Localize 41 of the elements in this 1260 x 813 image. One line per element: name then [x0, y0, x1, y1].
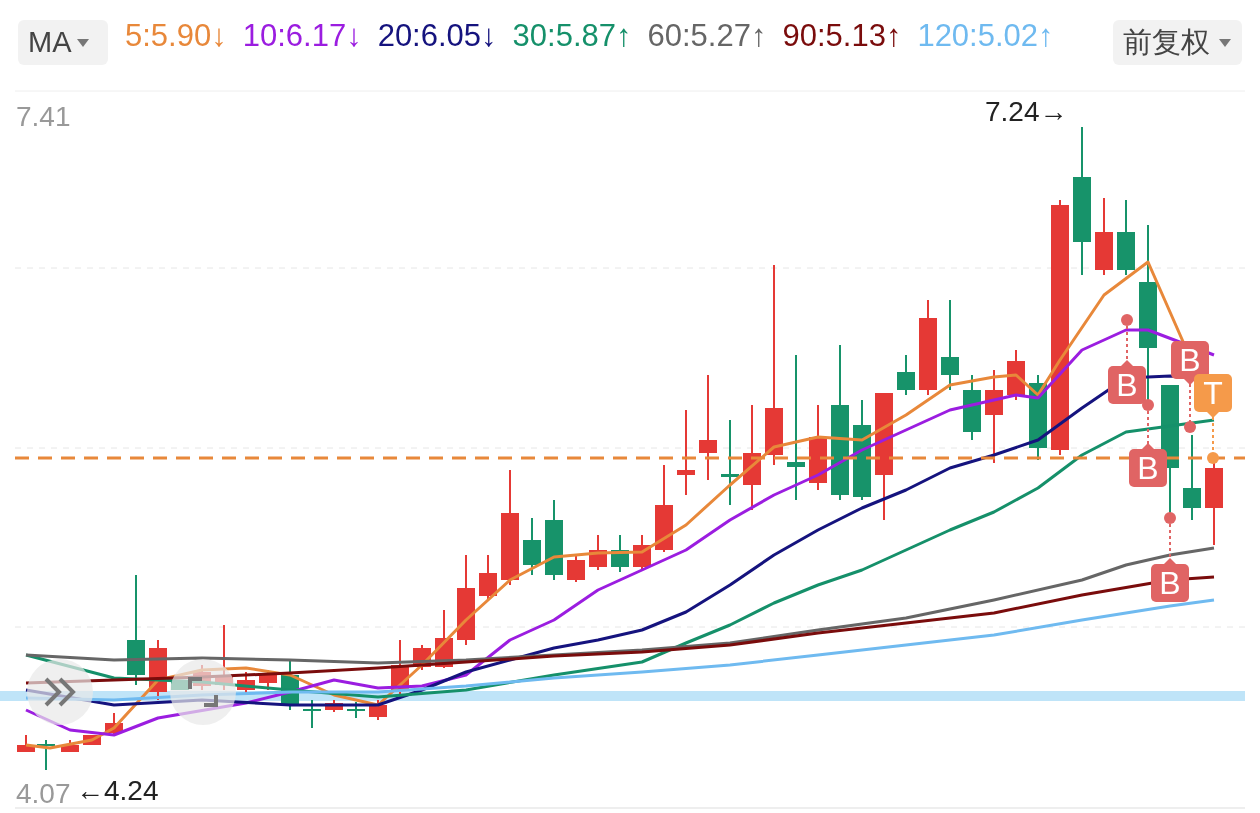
axis-min-label: 4.07	[16, 777, 71, 811]
candlestick	[633, 534, 651, 571]
candlestick	[281, 659, 299, 711]
candlestick	[347, 701, 365, 719]
low-price-label: ←4.24	[76, 774, 159, 808]
fullscreen-button[interactable]	[170, 659, 236, 725]
candlestick	[17, 734, 35, 753]
caret-down-icon	[75, 37, 90, 48]
candlestick	[963, 374, 981, 441]
candlestick	[37, 739, 55, 771]
candlestick	[391, 639, 409, 696]
candlestick	[479, 554, 497, 601]
candlestick	[1007, 349, 1025, 401]
ma-legend-value: 90:5.13↑	[782, 17, 902, 55]
ma-legend-value: 20:6.05↓	[377, 17, 497, 55]
candlestick	[61, 739, 79, 753]
candlestick	[567, 554, 585, 583]
candlestick	[523, 517, 541, 576]
indicator-dropdown[interactable]: MA	[18, 20, 108, 65]
forward-button[interactable]	[27, 659, 93, 725]
caret-down-icon	[1218, 37, 1232, 48]
candlestick	[369, 699, 387, 721]
candlestick	[589, 534, 607, 571]
candlestick	[611, 534, 629, 573]
ma-legend-value: 30:5.87↑	[512, 17, 632, 55]
candlestick	[435, 609, 453, 669]
candlestick	[105, 712, 123, 736]
candlestick	[303, 699, 321, 729]
candlestick	[325, 699, 343, 713]
candlestick	[83, 734, 101, 746]
high-price-label: 7.24→	[985, 95, 1068, 129]
ma-legend-value: 10:6.17↓	[242, 17, 362, 55]
fullscreen-icon	[188, 677, 218, 707]
ma-legend-value: 5:5.90↓	[125, 17, 227, 55]
candlestick	[149, 639, 167, 701]
axis-max-label: 7.41	[16, 100, 71, 134]
candlestick	[897, 354, 915, 396]
double-chevron-icon	[43, 677, 77, 707]
ma-legend-value: 60:5.27↑	[647, 17, 767, 55]
ma-legend-value: 120:5.02↑	[917, 17, 1054, 55]
adjust-dropdown[interactable]: 前复权	[1113, 20, 1242, 65]
